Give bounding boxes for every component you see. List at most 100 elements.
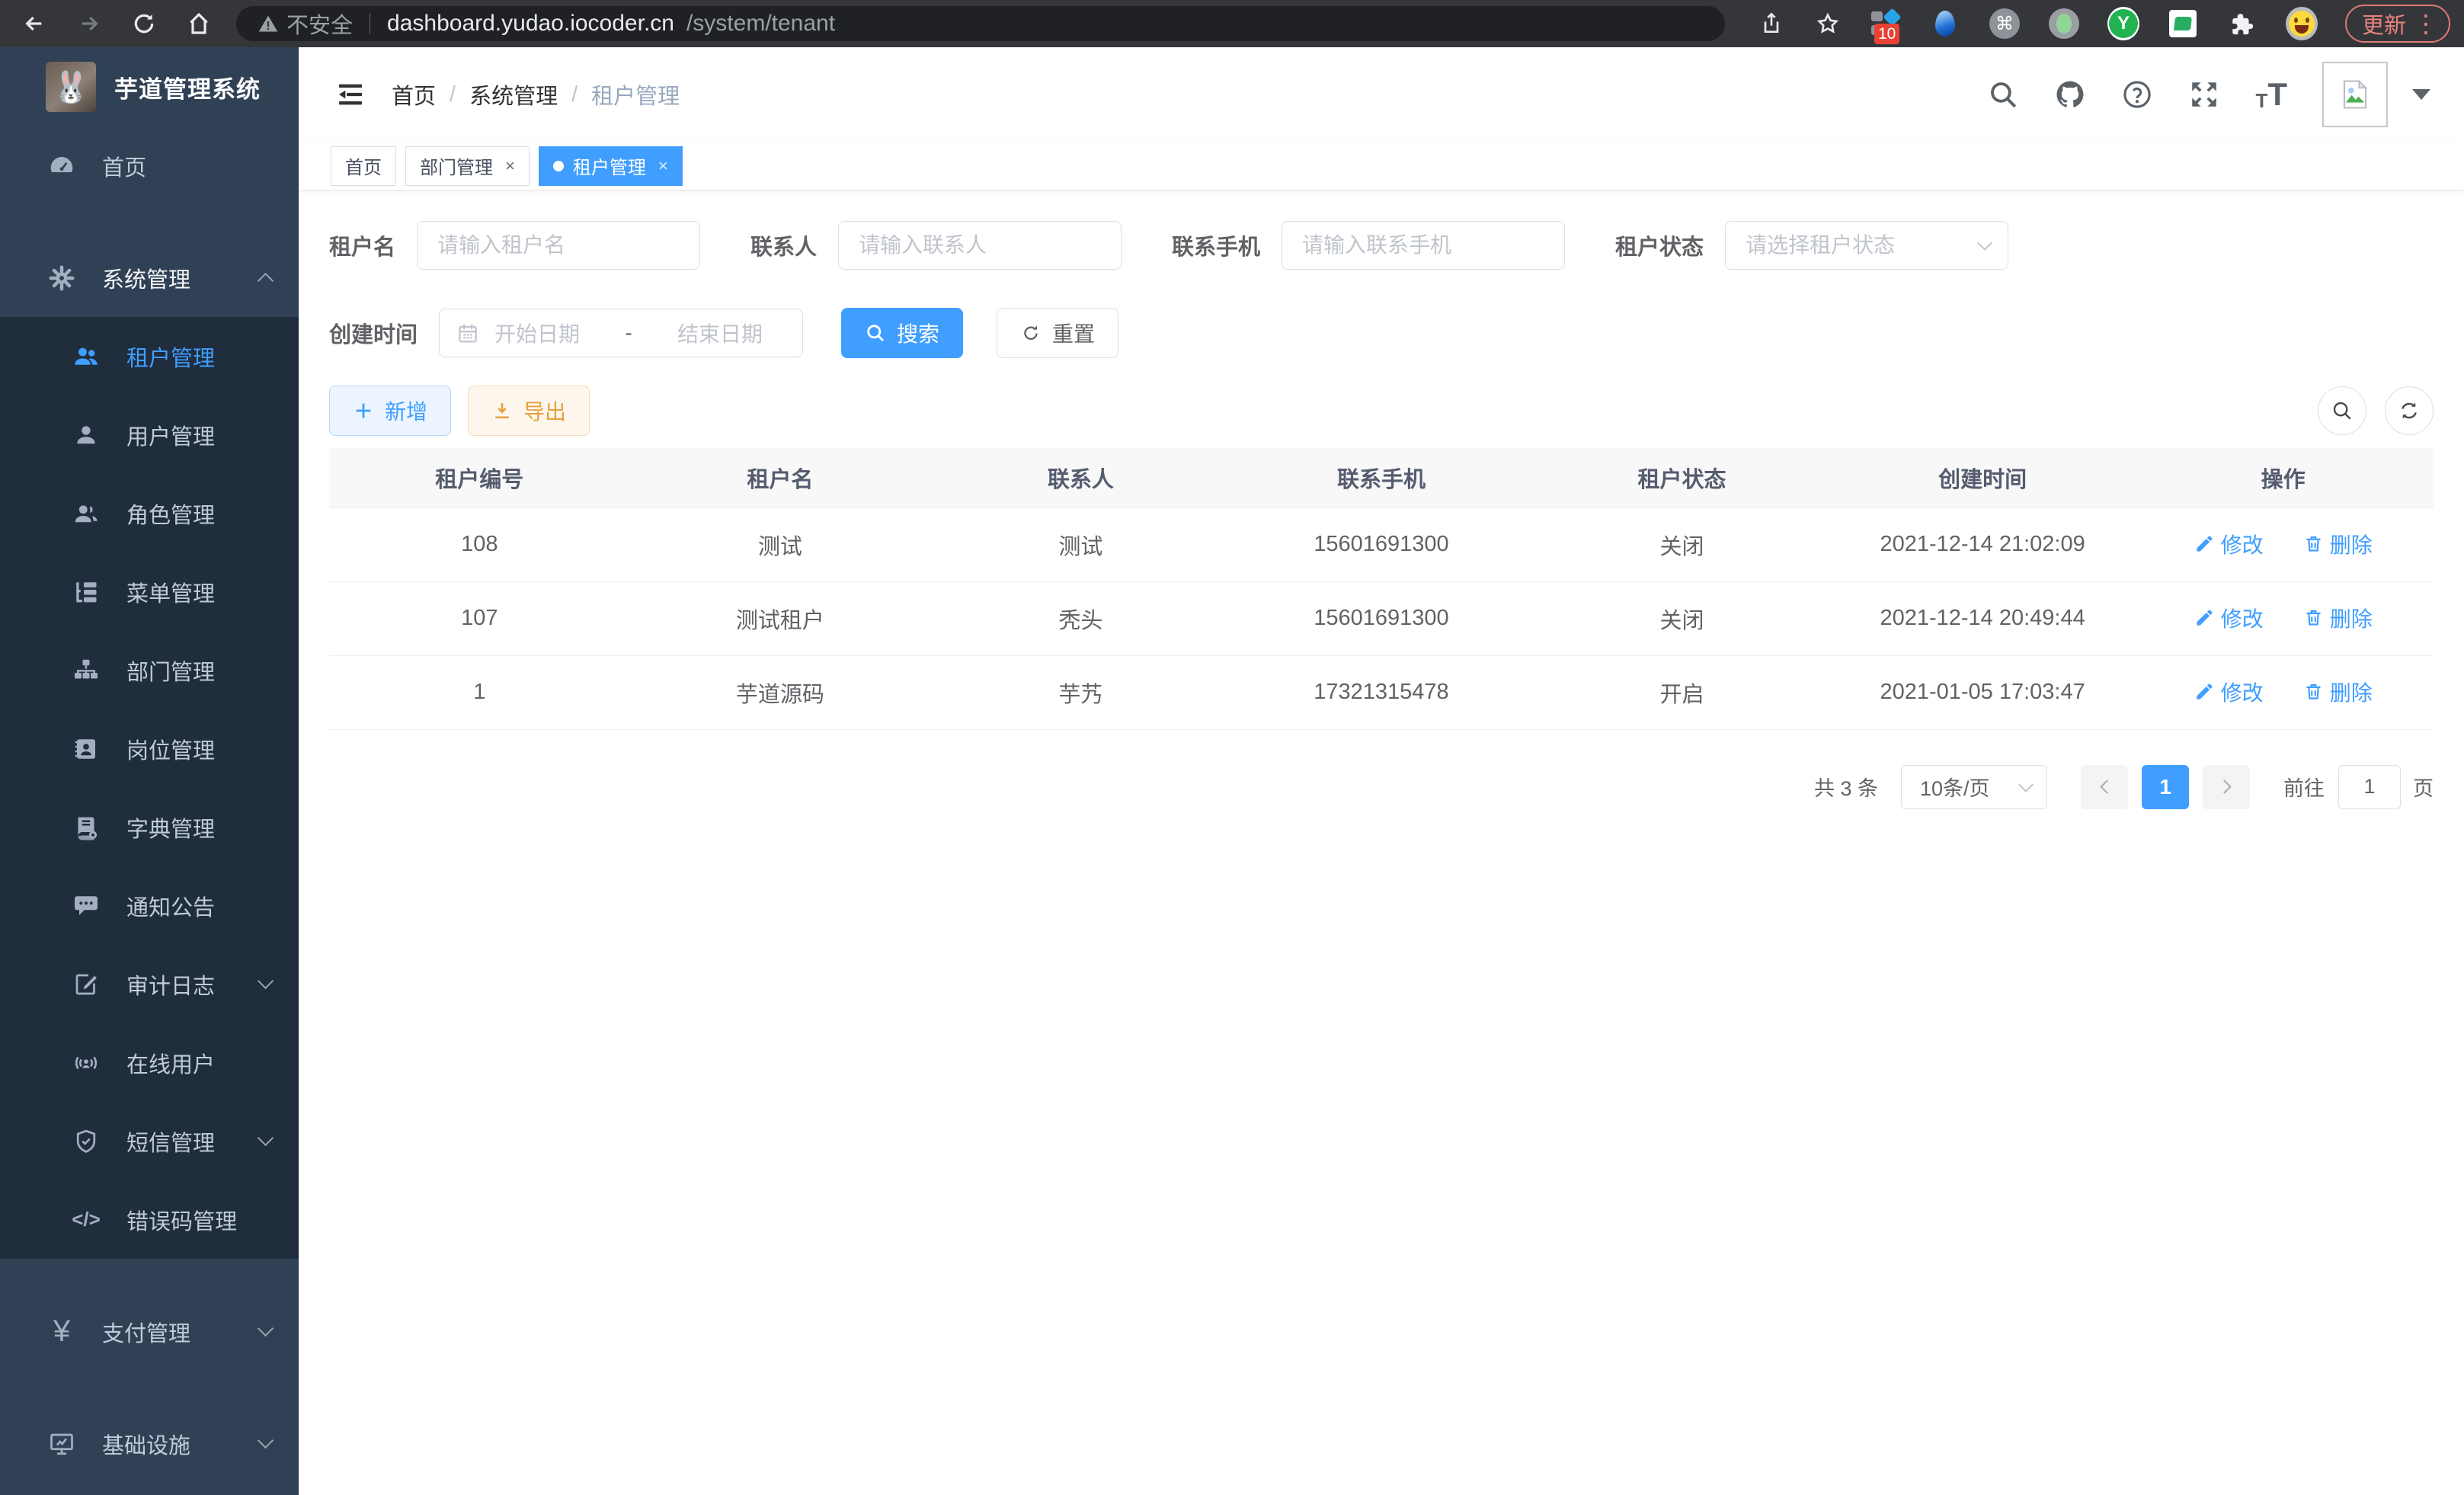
extension-yudao-icon[interactable]: Y <box>2107 8 2139 40</box>
sidebar-item-audit-log[interactable]: 审计日志 <box>0 945 299 1023</box>
search-icon <box>865 322 886 344</box>
goto-page-input[interactable] <box>2338 765 2401 809</box>
page-unit-label: 页 <box>2413 772 2434 802</box>
pagination-total: 共 3 条 <box>1814 772 1878 802</box>
add-button[interactable]: 新增 <box>329 386 451 436</box>
search-button[interactable]: 搜索 <box>841 308 963 358</box>
user-avatar[interactable] <box>2322 62 2388 127</box>
sidebar-item-payment[interactable]: ¥ 支付管理 <box>0 1292 299 1371</box>
tags-view-bar: 首页 部门管理 × 租户管理 × <box>299 142 2464 190</box>
toggle-search-button[interactable] <box>2318 386 2366 435</box>
col-actions: 操作 <box>2133 448 2434 507</box>
address-bar[interactable]: 不安全 dashboard.yudao.iocoder.cn/system/te… <box>236 6 1725 41</box>
sidebar-item-home[interactable]: 首页 <box>0 126 299 205</box>
chevron-down-icon <box>2018 777 2034 792</box>
table-header-row: 租户编号 租户名 联系人 联系手机 租户状态 创建时间 操作 <box>329 448 2434 507</box>
sidebar-item-dept[interactable]: 部门管理 <box>0 631 299 709</box>
org-tree-icon <box>72 656 101 685</box>
tenant-name-input[interactable] <box>417 221 700 270</box>
sidebar-item-infrastructure[interactable]: 基础设施 <box>0 1404 299 1483</box>
share-icon[interactable] <box>1757 9 1786 38</box>
browser-back-icon[interactable] <box>20 9 49 38</box>
sidebar-item-notice[interactable]: 通知公告 <box>0 866 299 945</box>
sidebar-item-tenant[interactable]: 租户管理 <box>0 317 299 395</box>
fullscreen-icon[interactable] <box>2188 78 2220 110</box>
delete-link[interactable]: 删除 <box>2303 603 2373 633</box>
extension-command-icon[interactable]: ⌘ <box>1989 8 2021 40</box>
sidebar-item-label: 审计日志 <box>126 968 215 1000</box>
font-size-icon[interactable]: TT <box>2255 78 2287 110</box>
phone-label: 联系手机 <box>1172 229 1260 261</box>
app-title: 芋道管理系统 <box>114 70 261 104</box>
collapse-sidebar-icon[interactable] <box>335 79 366 110</box>
extensions-puzzle-icon[interactable] <box>2226 8 2258 40</box>
announcement-icon <box>72 892 101 920</box>
extension-chat-icon[interactable] <box>2167 8 2199 40</box>
sidebar-item-sms[interactable]: 短信管理 <box>0 1102 299 1180</box>
dictionary-icon <box>72 813 101 842</box>
bookmark-star-icon[interactable] <box>1813 9 1842 38</box>
browser-home-icon[interactable] <box>184 9 213 38</box>
security-warning-icon[interactable]: 不安全 <box>258 8 353 40</box>
status-select[interactable] <box>1725 221 2008 270</box>
browser-menu-icon[interactable]: ⋮ <box>2414 9 2438 38</box>
col-status: 租户状态 <box>1531 448 1832 507</box>
status-label: 租户状态 <box>1615 229 1704 261</box>
extension-recorder-icon[interactable] <box>2048 8 2080 40</box>
sidebar-item-user[interactable]: 用户管理 <box>0 395 299 474</box>
sidebar-item-label: 短信管理 <box>126 1125 215 1157</box>
tab-home[interactable]: 首页 <box>331 146 396 186</box>
page-number-1[interactable]: 1 <box>2142 765 2189 809</box>
breadcrumb-home[interactable]: 首页 <box>392 78 436 110</box>
sidebar-item-error-code[interactable]: </> 错误码管理 <box>0 1180 299 1259</box>
active-tab-dot <box>553 161 564 171</box>
edit-pencil-icon <box>2194 607 2215 628</box>
date-start-placeholder: 开始日期 <box>494 318 580 348</box>
extension-kite-icon[interactable] <box>1929 8 1961 40</box>
refresh-table-button[interactable] <box>2385 386 2434 435</box>
table-row: 1 芋道源码 芋艿 17321315478 开启 2021-01-05 17:0… <box>329 655 2434 729</box>
table-row: 108 测试 测试 15601691300 关闭 2021-12-14 21:0… <box>329 507 2434 581</box>
close-icon[interactable]: × <box>658 156 668 176</box>
table-row: 107 测试租户 秃头 15601691300 关闭 2021-12-14 20… <box>329 581 2434 655</box>
browser-reload-icon[interactable] <box>130 9 158 38</box>
phone-input[interactable] <box>1282 221 1565 270</box>
prev-page-button[interactable] <box>2081 765 2128 809</box>
sidebar-item-dict[interactable]: 字典管理 <box>0 788 299 866</box>
tab-dept[interactable]: 部门管理 × <box>405 146 530 186</box>
browser-update-button[interactable]: 更新 ⋮ <box>2345 5 2450 43</box>
caret-down-icon[interactable] <box>2412 89 2430 100</box>
delete-link[interactable]: 删除 <box>2303 529 2373 559</box>
sidebar-item-post[interactable]: 岗位管理 <box>0 709 299 788</box>
header-search-icon[interactable] <box>1987 78 2019 110</box>
delete-link[interactable]: 删除 <box>2303 677 2373 707</box>
sidebar-item-online-user[interactable]: 在线用户 <box>0 1023 299 1102</box>
edit-link[interactable]: 修改 <box>2194 529 2264 559</box>
reset-button[interactable]: 重置 <box>997 308 1118 358</box>
sidebar-item-menu[interactable]: 菜单管理 <box>0 552 299 631</box>
edit-link[interactable]: 修改 <box>2194 677 2264 707</box>
chevron-down-icon <box>258 973 274 989</box>
trash-icon <box>2303 533 2324 554</box>
export-button[interactable]: 导出 <box>468 386 590 436</box>
extension-blue-diamond-icon[interactable]: 10 <box>1870 8 1902 40</box>
edit-link[interactable]: 修改 <box>2194 603 2264 633</box>
create-time-range-picker[interactable]: 开始日期 - 结束日期 <box>439 309 803 357</box>
sidebar-item-label: 岗位管理 <box>126 733 215 765</box>
contact-input[interactable] <box>838 221 1122 270</box>
close-icon[interactable]: × <box>505 156 515 176</box>
url-path: /system/tenant <box>686 11 835 37</box>
github-icon[interactable] <box>2054 78 2086 110</box>
tab-tenant[interactable]: 租户管理 × <box>539 146 683 186</box>
sidebar-item-system[interactable]: 系统管理 <box>0 238 299 317</box>
page-size-select[interactable]: 10条/页 <box>1901 765 2047 809</box>
sidebar-item-role[interactable]: 角色管理 <box>0 474 299 552</box>
menu-tree-icon <box>72 578 101 607</box>
breadcrumb: 首页 / 系统管理 / 租户管理 <box>392 78 680 110</box>
next-page-button[interactable] <box>2203 765 2250 809</box>
browser-forward-icon[interactable] <box>75 9 104 38</box>
profile-emoji-avatar[interactable] <box>2286 8 2318 40</box>
download-icon <box>491 400 513 421</box>
help-question-icon[interactable] <box>2121 78 2153 110</box>
breadcrumb-system[interactable]: 系统管理 <box>469 78 558 110</box>
